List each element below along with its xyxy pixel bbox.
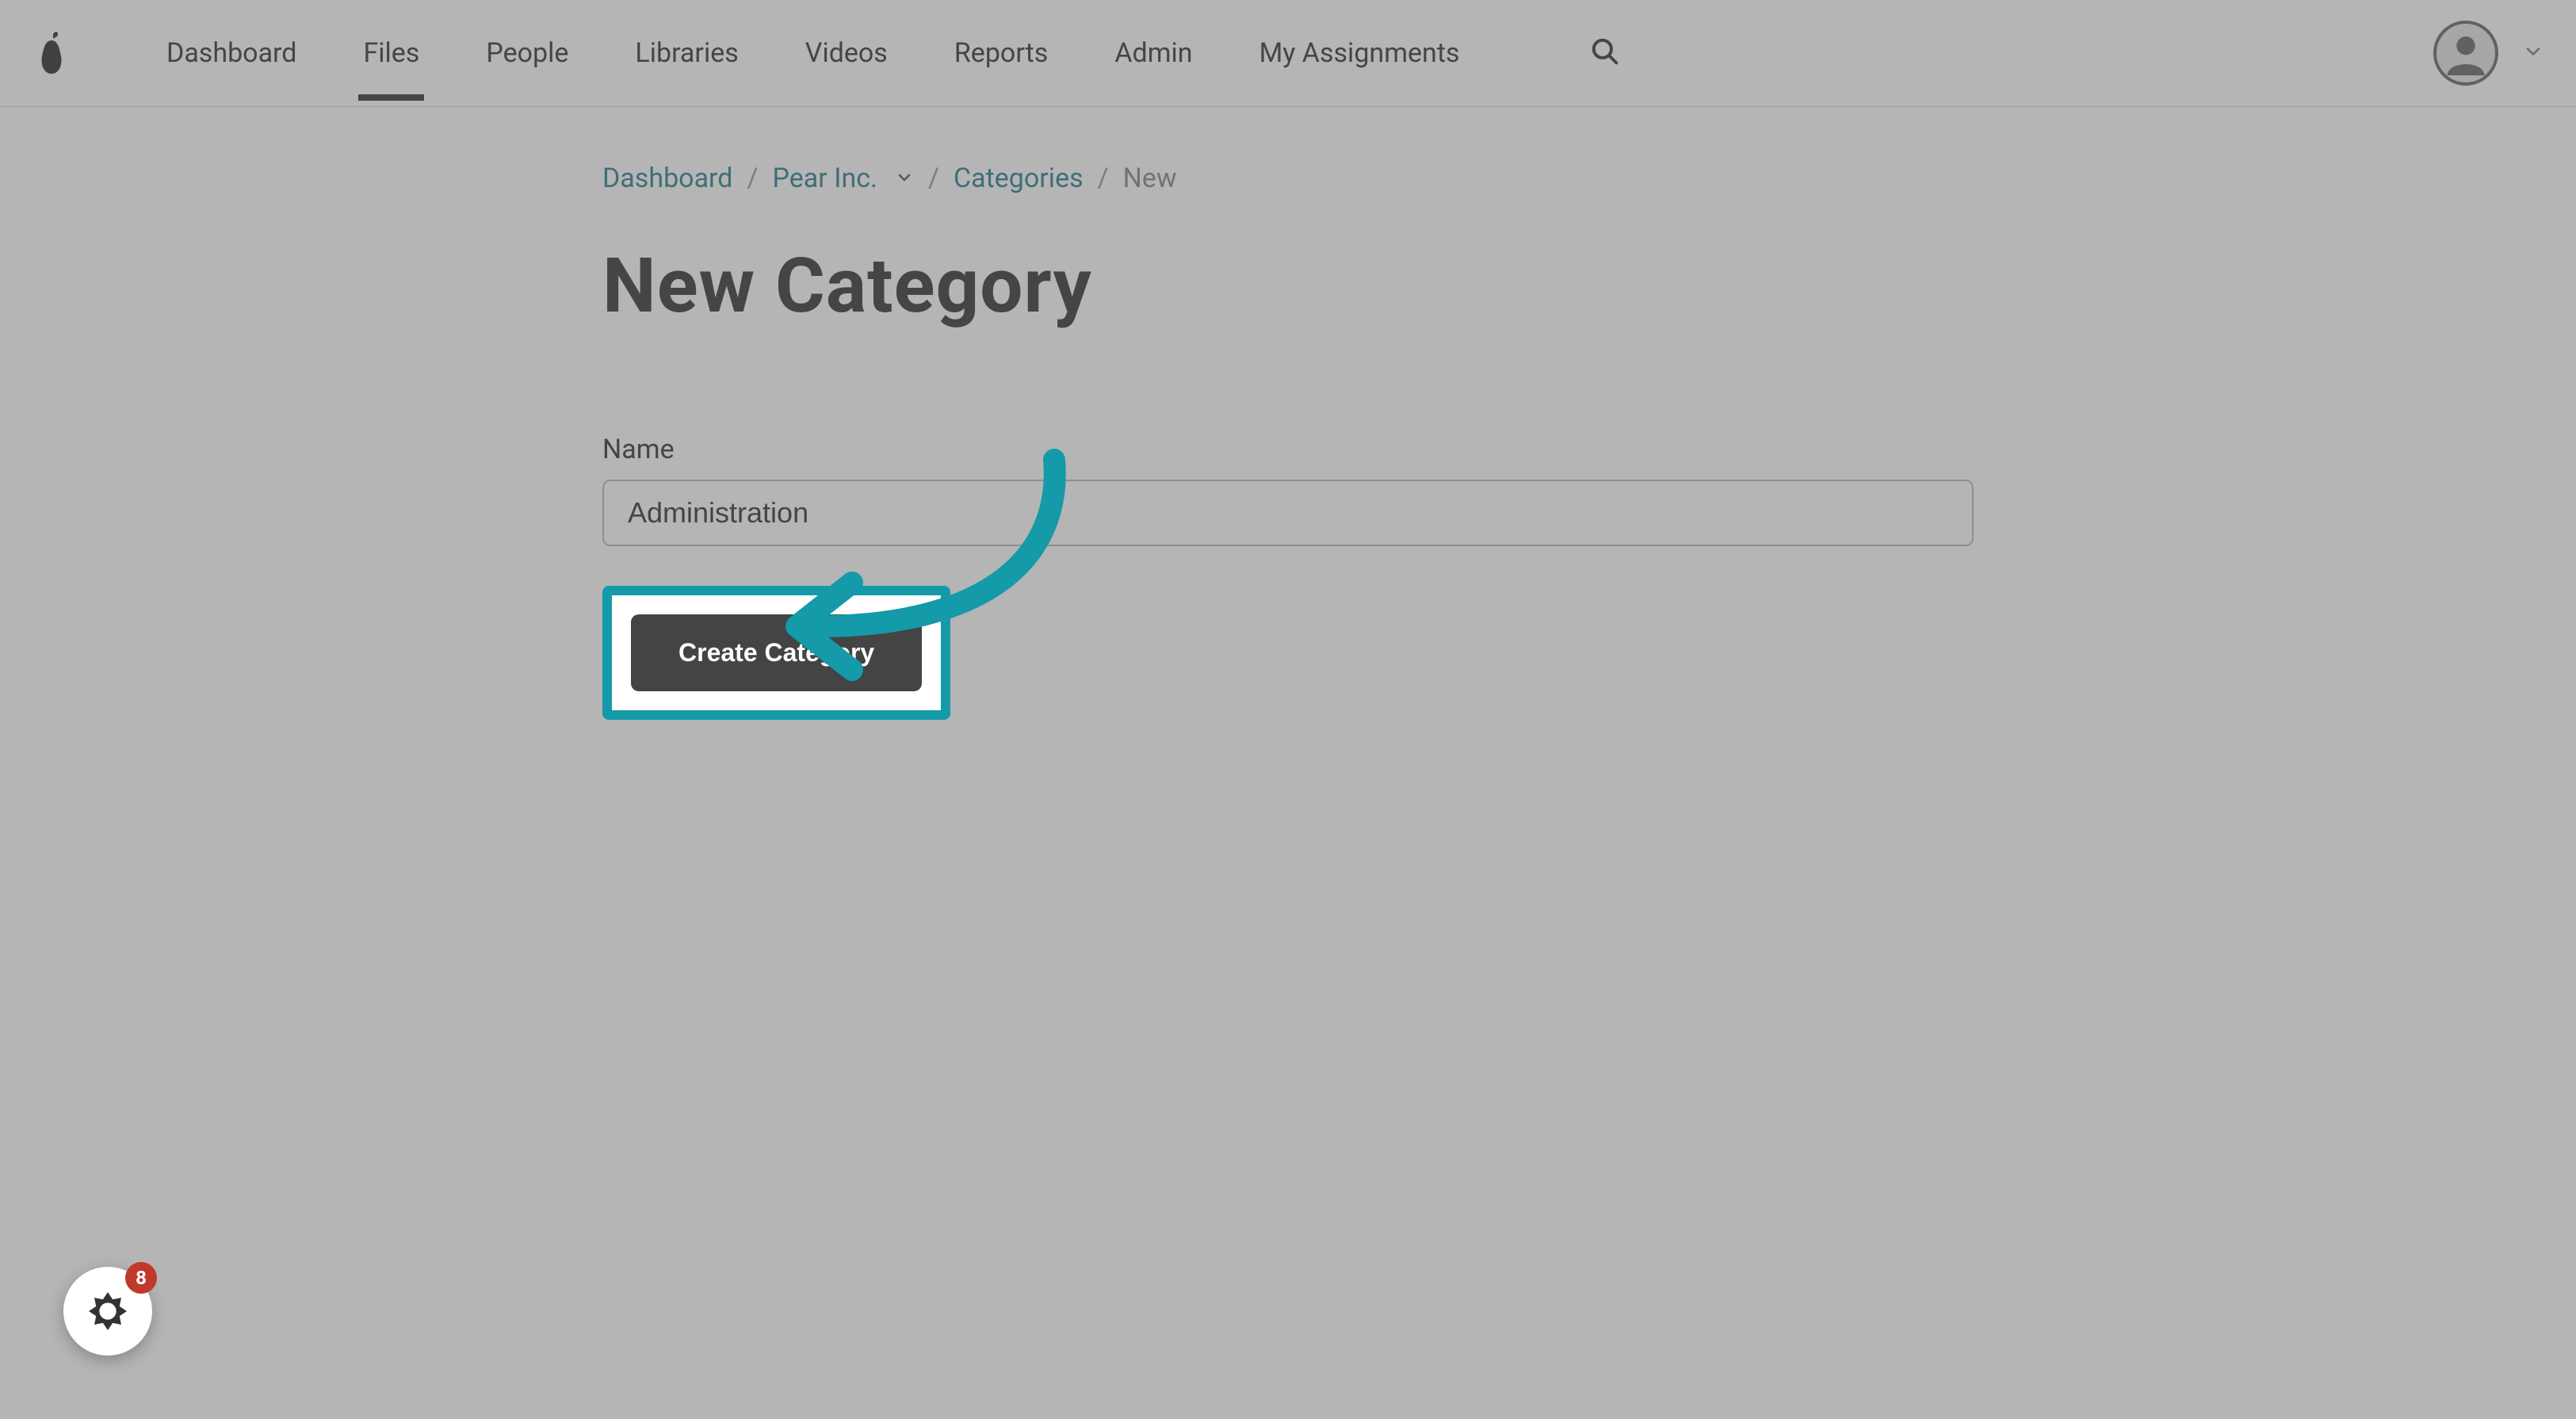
breadcrumb-dashboard[interactable]: Dashboard	[602, 163, 732, 194]
create-category-button[interactable]: Create Category	[631, 614, 922, 691]
app-logo[interactable]	[32, 28, 71, 79]
page-title: New Category	[602, 242, 1974, 331]
nav-items: Dashboard Files People Libraries Videos …	[166, 28, 1620, 78]
nav-people[interactable]: People	[486, 28, 568, 78]
breadcrumb-sep: /	[747, 163, 758, 194]
nav-admin[interactable]: Admin	[1114, 28, 1192, 78]
user-icon	[2444, 31, 2488, 75]
search-button[interactable]	[1590, 36, 1620, 70]
breadcrumb: Dashboard / Pear Inc. / Categories / New	[602, 163, 1974, 194]
topbar-right	[2433, 21, 2544, 86]
chevron-down-icon	[895, 168, 914, 187]
main-content: Dashboard / Pear Inc. / Categories / New…	[202, 107, 2374, 720]
nav-libraries[interactable]: Libraries	[635, 28, 738, 78]
nav-videos[interactable]: Videos	[805, 28, 888, 78]
nav-files[interactable]: Files	[363, 28, 419, 78]
top-nav: Dashboard Files People Libraries Videos …	[0, 0, 2576, 107]
chevron-down-icon	[2522, 40, 2544, 63]
breadcrumb-org-dropdown[interactable]	[895, 163, 914, 194]
breadcrumb-categories[interactable]: Categories	[954, 163, 1084, 194]
breadcrumb-sep: /	[928, 163, 939, 194]
chat-widget[interactable]: 8	[63, 1267, 152, 1356]
user-menu-toggle[interactable]	[2522, 40, 2544, 66]
search-icon	[1590, 36, 1620, 67]
breadcrumb-current: New	[1123, 163, 1177, 194]
nav-dashboard[interactable]: Dashboard	[166, 28, 296, 78]
breadcrumb-org[interactable]: Pear Inc.	[772, 163, 877, 194]
pear-logo-icon	[36, 29, 67, 77]
category-form: Name Create Category	[602, 434, 1974, 720]
nav-my-assignments[interactable]: My Assignments	[1259, 28, 1460, 78]
user-avatar[interactable]	[2433, 21, 2498, 86]
chat-aperture-icon	[82, 1286, 133, 1337]
highlight-callout: Create Category	[602, 586, 950, 720]
nav-reports[interactable]: Reports	[954, 28, 1049, 78]
chat-badge: 8	[125, 1262, 157, 1294]
name-label: Name	[602, 434, 1974, 465]
name-input[interactable]	[602, 480, 1974, 546]
breadcrumb-sep: /	[1098, 163, 1109, 194]
